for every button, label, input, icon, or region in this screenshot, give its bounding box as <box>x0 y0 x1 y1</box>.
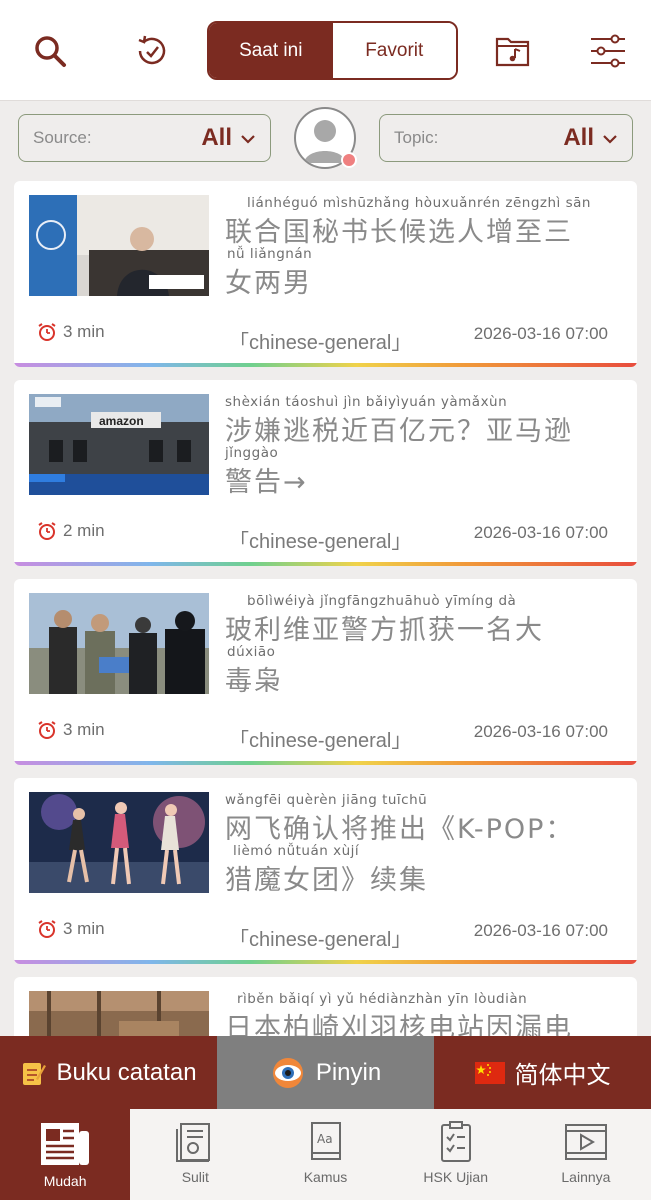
language-label: 简体中文 <box>514 1062 611 1089</box>
source-label: Source: <box>33 128 92 147</box>
rainbow-divider <box>14 960 637 964</box>
pinyin-label: Pinyin <box>315 1058 382 1086</box>
document-icon <box>176 1123 211 1162</box>
notebook-label: Buku catatan <box>56 1058 197 1086</box>
article-category: 「chinese-general」 <box>229 332 412 354</box>
eye-icon <box>270 1057 306 1089</box>
search-icon[interactable] <box>27 28 73 74</box>
pinyin-line: liánhéguó mìshūzhǎng hòuxuǎnrén zēngzhì … <box>247 195 591 211</box>
history-icon[interactable] <box>129 28 175 74</box>
article-category: 「chinese-general」 <box>229 730 412 752</box>
reading-time: 3 min <box>37 720 105 740</box>
tab-favorit[interactable]: Favorit <box>332 23 456 78</box>
music-folder-icon[interactable] <box>490 28 536 74</box>
chinese-line: 涉嫌逃税近百亿元？亚马逊 <box>225 416 573 447</box>
alarm-clock-icon <box>38 522 56 540</box>
rainbow-divider <box>14 562 637 566</box>
chinese-line: 网飞确认将推出《K-POP： <box>225 814 575 845</box>
newspaper-icon <box>41 1123 90 1165</box>
nav-tab-hsk-ujian[interactable]: HSK Ujian <box>391 1109 521 1200</box>
article-title: liánhéguó mìshūzhǎng hòuxuǎnrén zēngzhì … <box>225 195 625 299</box>
topic-label: Topic: <box>394 128 439 147</box>
reading-time: 3 min <box>37 919 105 939</box>
pinyin-line: rìběn bǎiqí yì yǔ hédiànzhàn yīn lòudiàn <box>237 991 528 1007</box>
nav-tab-kamus[interactable]: Aa Kamus <box>260 1109 390 1200</box>
article-date: 2026-03-16 07:00 <box>473 324 608 343</box>
nav-label: Mudah <box>43 1173 87 1189</box>
video-icon <box>564 1124 607 1160</box>
top-bar: Saat ini Favorit <box>0 0 651 101</box>
pinyin-line: jǐnggào <box>225 445 279 461</box>
article-card[interactable]: bōlìwéiyà jǐngfāngzhuāhuò yīmíng dà 玻利维亚… <box>14 579 637 765</box>
alarm-clock-icon <box>38 721 56 739</box>
chinese-line: 玻利维亚警方抓获一名大 <box>225 615 544 646</box>
pinyin-line: dúxiāo <box>227 644 276 660</box>
source-value: All <box>201 124 232 151</box>
article-title: shèxián táoshuì jìn bǎiyìyuán yàmǎxùn 涉嫌… <box>225 394 625 498</box>
notebook-icon <box>20 1059 47 1087</box>
chinese-line: 联合国秘书长候选人增至三 <box>225 217 573 248</box>
chinese-line: 猎魔女团》续集 <box>225 865 428 896</box>
nav-label: Lainnya <box>561 1169 611 1185</box>
source-filter[interactable]: Source: All <box>18 114 271 162</box>
nav-label: HSK Ujian <box>423 1169 488 1185</box>
language-button[interactable]: 简体中文 <box>434 1036 651 1109</box>
feed-toggle: Saat ini Favorit <box>207 21 458 80</box>
article-title: wǎngfēi quèrèn jiāng tuīchū 网飞确认将推出《K-PO… <box>225 792 625 896</box>
dictionary-icon: Aa <box>310 1122 341 1160</box>
article-thumbnail: amazon <box>29 394 209 495</box>
reading-time-text: 3 min <box>63 322 105 341</box>
reading-time: 3 min <box>37 322 105 342</box>
nav-tab-lainnya[interactable]: Lainnya <box>521 1109 651 1200</box>
topic-filter[interactable]: Topic: All <box>379 114 633 162</box>
nav-tab-sulit[interactable]: Sulit <box>130 1109 260 1200</box>
pinyin-line: bōlìwéiyà jǐngfāngzhuāhuò yīmíng dà <box>247 593 517 609</box>
notebook-button[interactable]: Buku catatan <box>0 1036 217 1109</box>
pinyin-line: lièmó nǚtuán xùjí <box>233 843 360 859</box>
nav-label: Sulit <box>181 1169 209 1185</box>
settings-sliders-icon[interactable] <box>585 28 631 74</box>
article-thumbnail <box>29 195 209 296</box>
article-category: 「chinese-general」 <box>229 929 412 951</box>
article-card[interactable]: wǎngfēi quèrèn jiāng tuīchū 网飞确认将推出《K-PO… <box>14 778 637 964</box>
article-date: 2026-03-16 07:00 <box>473 722 608 741</box>
reading-time-text: 3 min <box>63 919 105 938</box>
reading-time-text: 2 min <box>63 521 105 540</box>
topic-value: All <box>563 124 594 151</box>
reading-time-text: 3 min <box>63 720 105 739</box>
nav-label: Kamus <box>303 1169 348 1185</box>
article-category: 「chinese-general」 <box>229 531 412 553</box>
article-title: bōlìwéiyà jǐngfāngzhuāhuò yīmíng dà 玻利维亚… <box>225 593 625 697</box>
nav-tab-mudah[interactable]: Mudah <box>0 1109 131 1200</box>
svg-text:Aa: Aa <box>317 1132 333 1146</box>
pinyin-toggle[interactable]: Pinyin <box>217 1036 434 1109</box>
svg-text:amazon: amazon <box>99 414 144 428</box>
article-card[interactable]: amazon shèxián táoshuì jìn bǎiyìyuán yàm… <box>14 380 637 566</box>
reading-time: 2 min <box>37 521 105 541</box>
notification-dot <box>341 152 357 168</box>
article-card[interactable]: liánhéguó mìshūzhǎng hòuxuǎnrén zēngzhì … <box>14 181 637 367</box>
pinyin-line: nǚ liǎngnán <box>227 246 313 262</box>
pinyin-line: shèxián táoshuì jìn bǎiyìyuán yàmǎxùn <box>225 394 508 410</box>
rainbow-divider <box>14 363 637 367</box>
article-thumbnail <box>29 792 209 893</box>
alarm-clock-icon <box>38 920 56 938</box>
article-title: rìběn bǎiqí yì yǔ hédiànzhàn yīn lòudiàn… <box>225 991 625 1044</box>
article-thumbnail <box>29 593 209 694</box>
tab-saat-ini[interactable]: Saat ini <box>209 23 333 78</box>
chevron-down-icon <box>602 129 618 148</box>
chinese-line: 毒枭 <box>225 666 283 697</box>
checklist-icon <box>440 1121 471 1162</box>
article-date: 2026-03-16 07:00 <box>473 523 608 542</box>
china-flag-icon <box>474 1061 505 1084</box>
pinyin-line: wǎngfēi quèrèn jiāng tuīchū <box>225 792 428 808</box>
chevron-down-icon <box>240 129 256 148</box>
rainbow-divider <box>14 761 637 765</box>
article-date: 2026-03-16 07:00 <box>473 921 608 940</box>
chinese-line: 警告→ <box>225 467 308 498</box>
bottom-nav: Mudah Sulit Aa Kamus HSK Ujian Lainnya <box>0 1109 651 1200</box>
chinese-line: 女两男 <box>225 268 312 299</box>
action-bar: Buku catatan Pinyin 简体中文 <box>0 1036 651 1109</box>
alarm-clock-icon <box>38 323 56 341</box>
